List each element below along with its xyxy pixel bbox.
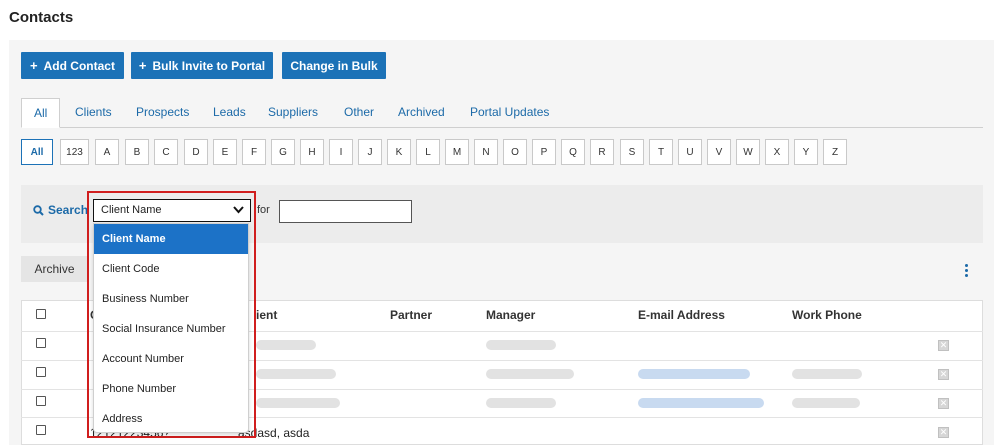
letter-filter-m[interactable]: M xyxy=(445,139,469,165)
letter-filter-123[interactable]: 123 xyxy=(60,139,89,165)
letter-filter-y[interactable]: Y xyxy=(794,139,818,165)
letter-filter-e[interactable]: E xyxy=(213,139,237,165)
row-checkbox[interactable] xyxy=(36,338,46,348)
letter-filter-s[interactable]: S xyxy=(620,139,644,165)
search-icon xyxy=(33,204,44,216)
row-checkbox[interactable] xyxy=(36,396,46,406)
letter-filter-q[interactable]: Q xyxy=(561,139,585,165)
letter-filter-f[interactable]: F xyxy=(242,139,266,165)
change-in-bulk-label: Change in Bulk xyxy=(290,58,378,73)
redacted-client xyxy=(256,398,340,408)
redacted-client xyxy=(256,369,336,379)
more-options-icon[interactable] xyxy=(962,264,970,282)
redacted-client xyxy=(256,340,316,350)
letter-filter-d[interactable]: D xyxy=(184,139,208,165)
letter-filter-n[interactable]: N xyxy=(474,139,498,165)
letter-filter-a[interactable]: A xyxy=(95,139,119,165)
redacted-email xyxy=(638,369,750,379)
add-contact-button[interactable]: + Add Contact xyxy=(21,52,124,79)
archive-button[interactable]: Archive xyxy=(21,256,88,282)
letter-filter-p[interactable]: P xyxy=(532,139,556,165)
letter-filter-c[interactable]: C xyxy=(154,139,178,165)
dropdown-option-client-name[interactable]: Client Name xyxy=(94,224,248,254)
dropdown-option-account-number[interactable]: Account Number xyxy=(94,344,248,374)
row-checkbox[interactable] xyxy=(36,425,46,435)
delete-icon[interactable]: ✕ xyxy=(938,427,949,438)
dropdown-option-phone-number[interactable]: Phone Number xyxy=(94,374,248,404)
letter-filter-z[interactable]: Z xyxy=(823,139,847,165)
search-label: Search xyxy=(33,203,88,217)
search-label-text: Search xyxy=(48,203,89,217)
column-header-work-phone[interactable]: Work Phone xyxy=(792,308,862,322)
plus-icon: + xyxy=(138,58,147,73)
dropdown-option-client-code[interactable]: Client Code xyxy=(94,254,248,284)
redacted-email xyxy=(638,398,764,408)
tab-portal-updates[interactable]: Portal Updates xyxy=(470,98,549,128)
change-in-bulk-button[interactable]: Change in Bulk xyxy=(282,52,386,79)
tab-suppliers[interactable]: Suppliers xyxy=(268,98,318,128)
tab-archived[interactable]: Archived xyxy=(398,98,445,128)
letter-filter-all[interactable]: All xyxy=(21,139,53,165)
plus-icon: + xyxy=(30,58,38,73)
delete-icon[interactable]: ✕ xyxy=(938,398,949,409)
dropdown-option-social-insurance-number[interactable]: Social Insurance Number xyxy=(94,314,248,344)
letter-filter-o[interactable]: O xyxy=(503,139,527,165)
letter-filter-t[interactable]: T xyxy=(649,139,673,165)
redacted-manager xyxy=(486,369,574,379)
letter-filter-k[interactable]: K xyxy=(387,139,411,165)
column-header-email[interactable]: E-mail Address xyxy=(638,308,725,322)
bulk-invite-label: Bulk Invite to Portal xyxy=(152,58,266,73)
search-input[interactable] xyxy=(279,200,412,223)
letter-filter-b[interactable]: B xyxy=(125,139,149,165)
select-all-checkbox[interactable] xyxy=(36,309,46,319)
for-label: for xyxy=(257,204,270,216)
tab-leads[interactable]: Leads xyxy=(213,98,246,128)
redacted-phone xyxy=(792,398,860,408)
page-title: Contacts xyxy=(9,9,74,26)
letter-filter-h[interactable]: H xyxy=(300,139,324,165)
delete-icon[interactable]: ✕ xyxy=(938,340,949,351)
redacted-manager xyxy=(486,398,556,408)
dropdown-option-business-number[interactable]: Business Number xyxy=(94,284,248,314)
letter-filter-x[interactable]: X xyxy=(765,139,789,165)
letter-filter-i[interactable]: I xyxy=(329,139,353,165)
bulk-invite-button[interactable]: + Bulk Invite to Portal xyxy=(131,52,273,79)
add-contact-label: Add Contact xyxy=(43,58,115,73)
search-field-dropdown: Client Name Client Code Business Number Soc… xyxy=(93,223,249,433)
dropdown-option-address[interactable]: Address xyxy=(94,404,248,434)
redacted-manager xyxy=(486,340,556,350)
letter-filter-l[interactable]: L xyxy=(416,139,440,165)
tab-clients[interactable]: Clients xyxy=(75,98,112,128)
tab-prospects[interactable]: Prospects xyxy=(136,98,189,128)
redacted-phone xyxy=(792,369,862,379)
tab-all[interactable]: All xyxy=(21,98,61,128)
letter-filter-j[interactable]: J xyxy=(358,139,382,165)
letter-filter-u[interactable]: U xyxy=(678,139,702,165)
letter-filter-v[interactable]: V xyxy=(707,139,731,165)
letter-filter-g[interactable]: G xyxy=(271,139,295,165)
contact-tabs: All Clients Prospects Leads Suppliers Ot… xyxy=(21,98,983,128)
column-header-client[interactable]: ient xyxy=(256,308,277,322)
letter-filter-r[interactable]: R xyxy=(590,139,614,165)
row-checkbox[interactable] xyxy=(36,367,46,377)
letter-filter-w[interactable]: W xyxy=(736,139,760,165)
tab-other[interactable]: Other xyxy=(344,98,374,128)
delete-icon[interactable]: ✕ xyxy=(938,369,949,380)
column-header-partner[interactable]: Partner xyxy=(390,308,432,322)
column-header-manager[interactable]: Manager xyxy=(486,308,535,322)
